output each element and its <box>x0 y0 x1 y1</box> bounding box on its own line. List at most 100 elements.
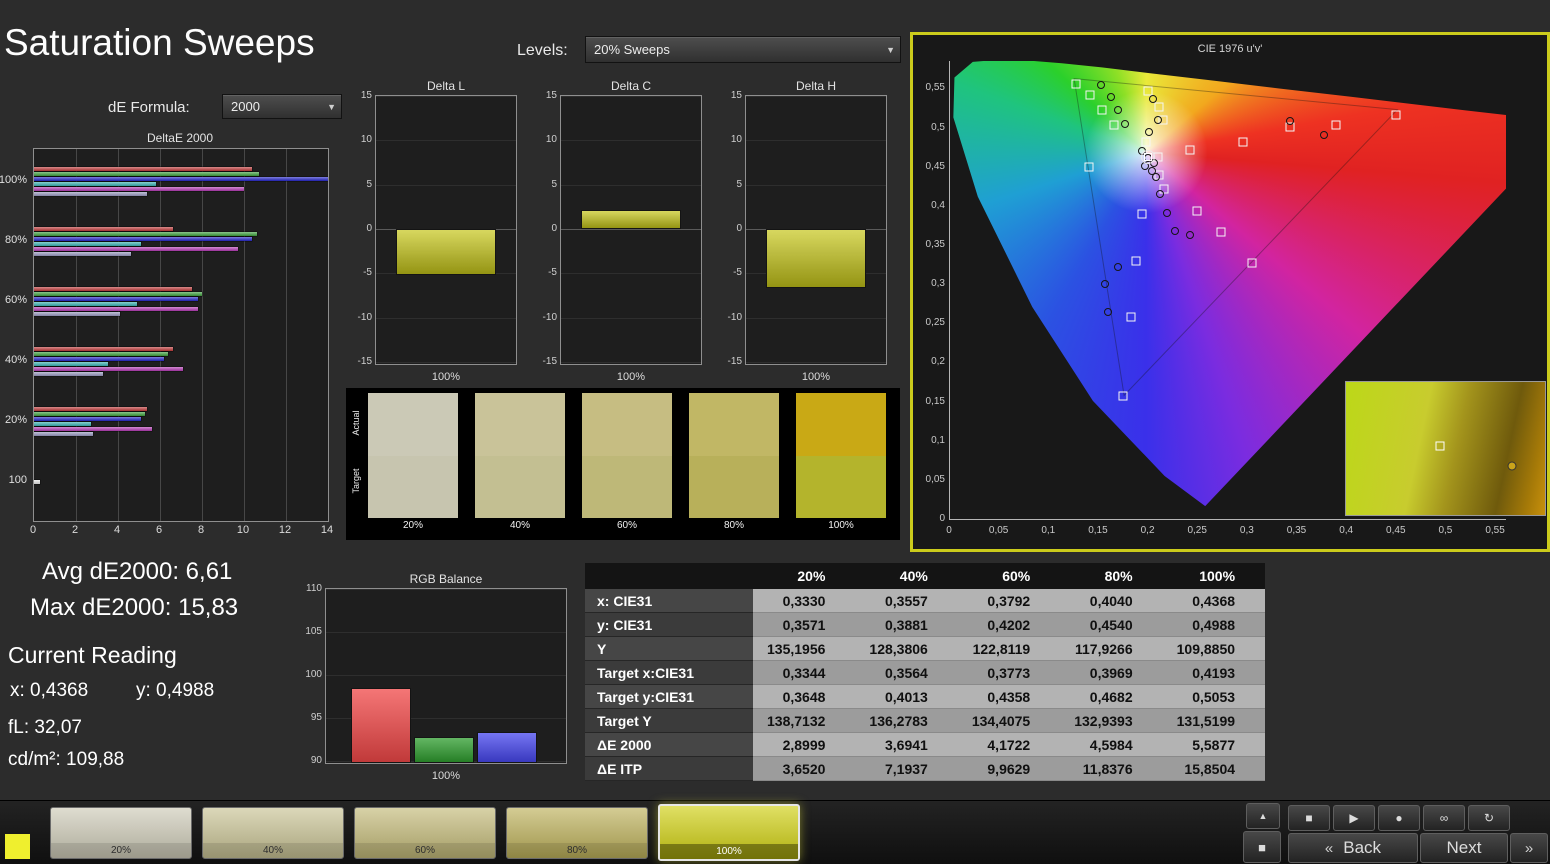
bar <box>34 352 168 356</box>
gridline <box>376 318 516 319</box>
inset-target-marker <box>1435 441 1444 450</box>
target-marker <box>1141 137 1150 146</box>
target-marker <box>1332 121 1341 130</box>
current-color-swatch <box>5 834 30 859</box>
next-button-label: Next <box>1447 838 1482 858</box>
y-tick-label: 0,55 <box>919 82 945 93</box>
row-label: Y <box>585 637 753 661</box>
bar <box>34 417 141 421</box>
cell: 3,6941 <box>855 733 957 757</box>
back-button[interactable]: « Back <box>1288 833 1418 863</box>
swatch-label: 100% <box>796 520 886 531</box>
cell: 135,1956 <box>753 637 855 661</box>
gridline <box>286 149 287 521</box>
cell: 0,4540 <box>1060 613 1162 637</box>
chart-title: Delta H <box>746 79 886 93</box>
next-button[interactable]: Next <box>1420 833 1508 863</box>
bar <box>34 307 198 311</box>
table-row: x: CIE310,33300,35570,37920,40400,4368 <box>585 589 1265 613</box>
y-tick-label: 10 <box>534 134 557 145</box>
bar <box>34 432 93 436</box>
sweep-button-40%[interactable]: 40% <box>202 807 344 859</box>
current-reading-marker <box>1141 150 1155 164</box>
cell: 2,8999 <box>753 733 855 757</box>
sweep-button-100%[interactable]: 100% <box>658 804 800 861</box>
column-header: 20% <box>753 563 855 589</box>
bar-group-100% <box>34 167 329 197</box>
row-label: ΔE ITP <box>585 757 753 781</box>
y-tick-label: 15 <box>719 90 742 101</box>
swatch-label: 80% <box>689 520 779 531</box>
cell: 0,4202 <box>958 613 1060 637</box>
bar <box>34 297 198 301</box>
x-axis-label: 100% <box>561 371 701 383</box>
sweep-button-80%[interactable]: 80% <box>506 807 648 859</box>
deltae-chart-title: DeltaE 2000 <box>33 131 327 145</box>
bar <box>34 172 259 176</box>
measurement-marker <box>1152 173 1160 181</box>
x-tick-label: 10 <box>235 524 251 536</box>
target-swatch <box>475 456 565 519</box>
cie-chart-panel[interactable]: CIE 1976 u'v' 00,050,10,150,20,250,30,35… <box>910 32 1550 552</box>
red-bar <box>351 688 411 763</box>
actual-row-label: Actual <box>351 400 361 446</box>
cell: 0,3969 <box>1060 661 1162 685</box>
cell: 4,5984 <box>1060 733 1162 757</box>
chart-title: Delta L <box>376 79 516 93</box>
loop-button[interactable]: ∞ <box>1423 805 1465 831</box>
de-formula-label: dE Formula: <box>108 99 190 116</box>
sweep-button-20%[interactable]: 20% <box>50 807 192 859</box>
play-button[interactable]: ▶ <box>1333 805 1375 831</box>
refresh-button[interactable]: ↻ <box>1468 805 1510 831</box>
target-marker <box>1137 210 1146 219</box>
cell: 0,3557 <box>855 589 957 613</box>
max-de2000-reading: Max dE2000: 15,83 <box>30 594 238 622</box>
fast-forward-button[interactable]: » <box>1510 833 1548 863</box>
y-tick-label: 0,25 <box>919 317 945 328</box>
target-swatch <box>796 456 886 519</box>
y-tick-label: 100% <box>0 174 27 186</box>
measurement-marker <box>1121 120 1129 128</box>
record-button[interactable]: ● <box>1378 805 1420 831</box>
y-tick-label: -5 <box>534 267 557 278</box>
current-y-value: y: 0,4988 <box>136 680 214 702</box>
de-formula-dropdown[interactable]: 2000 ▼ <box>222 94 342 119</box>
collapse-panel-button[interactable]: ▲ <box>1246 803 1280 829</box>
bar-group-40% <box>34 347 183 377</box>
bottom-toolbar: ▲ ■ « Back Next » 20%40%60%80%100% ■ ▶●∞↻ <box>0 800 1550 864</box>
column-header: 60% <box>958 563 1060 589</box>
column-header: 40% <box>855 563 957 589</box>
sweep-button-60%[interactable]: 60% <box>354 807 496 859</box>
y-tick-label: 0,5 <box>919 122 945 133</box>
gridline <box>376 185 516 186</box>
x-axis-label: 100% <box>746 371 886 383</box>
cell: 7,1937 <box>855 757 957 781</box>
x-tick-label: 0,05 <box>986 525 1012 536</box>
stop-button[interactable]: ■ <box>1288 805 1330 831</box>
y-tick-label: 0 <box>719 223 742 234</box>
actual-swatch <box>475 393 565 456</box>
bar <box>34 247 238 251</box>
cell: 0,3792 <box>958 589 1060 613</box>
gridline <box>746 96 886 97</box>
swatch-column-40% <box>475 393 565 518</box>
levels-dropdown[interactable]: 20% Sweeps ▼ <box>585 36 901 63</box>
gridline <box>326 632 566 633</box>
display-mode-button[interactable]: ■ <box>1243 831 1281 863</box>
y-tick-label: -10 <box>534 312 557 323</box>
stop-icon: ■ <box>1305 811 1312 825</box>
bar <box>34 357 164 361</box>
target-marker <box>1126 313 1135 322</box>
y-tick-label: 0 <box>919 513 945 524</box>
x-tick-label: 0,2 <box>1135 525 1161 536</box>
x-tick-label: 0,35 <box>1284 525 1310 536</box>
cell: 0,5053 <box>1163 685 1265 709</box>
target-marker <box>1217 228 1226 237</box>
cell: 0,4013 <box>855 685 957 709</box>
cell: 3,6520 <box>753 757 855 781</box>
deltae-ylabels: 100%80%60%40%20%100 <box>0 148 30 520</box>
y-tick-label: -15 <box>534 356 557 367</box>
rgb-balance-chart: RGB Balance 100% 1101051009590 <box>325 588 567 764</box>
caret-up-icon: ▲ <box>1259 811 1268 821</box>
chevron-down-icon: ▼ <box>886 45 895 55</box>
